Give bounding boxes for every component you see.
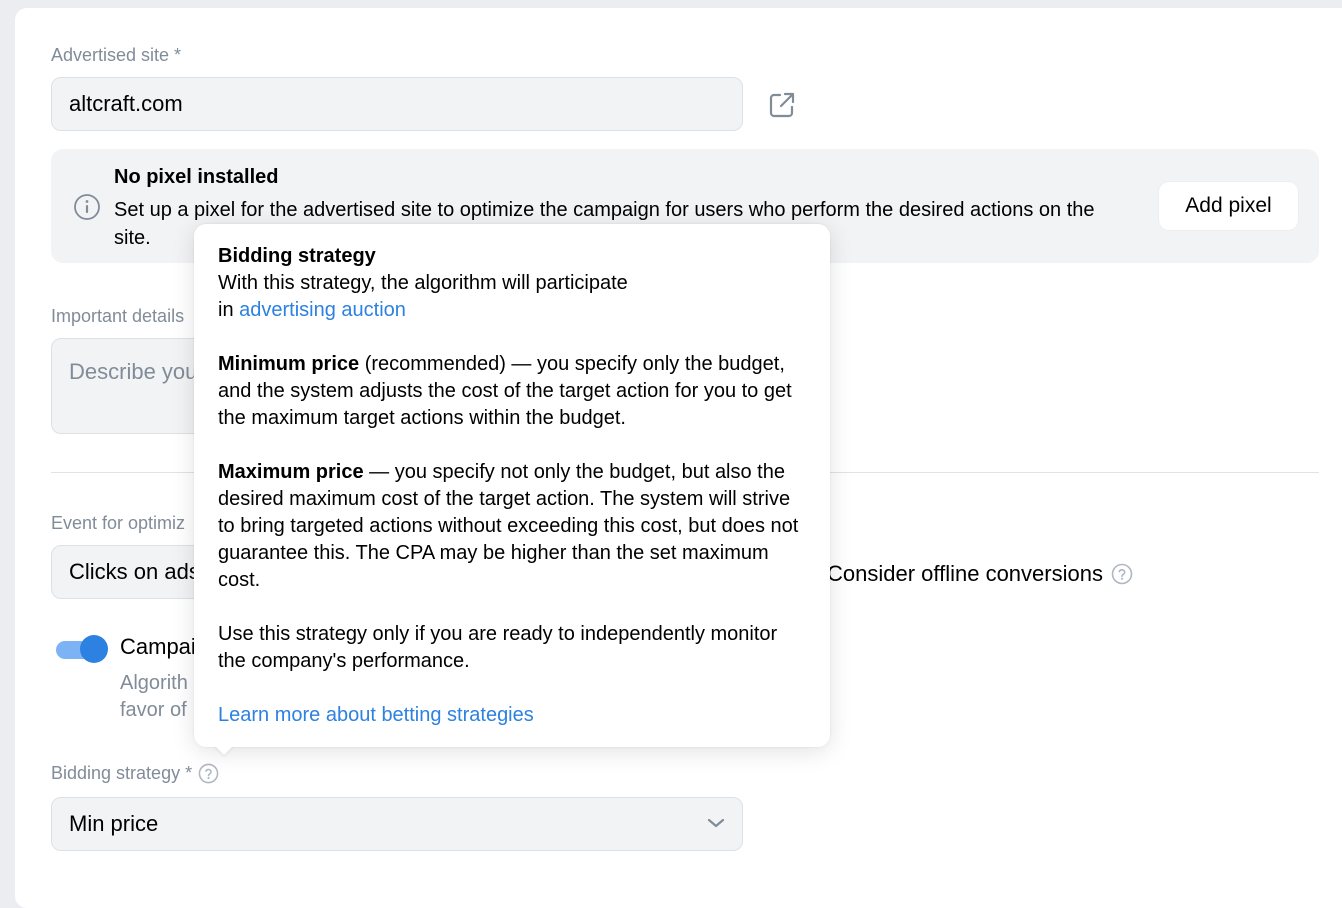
help-icon[interactable] xyxy=(198,763,219,784)
tooltip-use-note: Use this strategy only if you are ready … xyxy=(218,623,778,672)
min-price-heading: Minimum price xyxy=(218,353,360,375)
offline-conversions-label: Consider offline conversions xyxy=(827,561,1103,586)
tooltip-min-price: Minimum price (recommended) — you specif… xyxy=(218,351,806,432)
tooltip-intro-line-1: With this strategy, the algorithm will p… xyxy=(218,272,628,294)
campaign-toggle[interactable] xyxy=(56,635,108,663)
external-link-icon[interactable] xyxy=(768,91,796,119)
tooltip-intro-prefix: in xyxy=(218,299,240,321)
campaign-desc-line-2: favor of xyxy=(120,699,187,721)
bidding-strategy-select[interactable]: Min price xyxy=(51,797,743,851)
max-price-heading: Maximum price xyxy=(218,461,364,483)
tooltip-intro-line-2: in advertising auction xyxy=(218,297,806,324)
offline-conversions-option[interactable]: Consider offline conversions xyxy=(827,561,1133,587)
toggle-knob xyxy=(80,635,108,663)
info-icon xyxy=(74,194,100,220)
learn-more-link[interactable]: Learn more about betting strategies xyxy=(218,704,534,726)
tooltip-title-text: Bidding strategy xyxy=(218,245,376,267)
tooltip-title: Bidding strategy xyxy=(218,243,806,270)
advertised-site-label: Advertised site * xyxy=(51,45,182,65)
advertising-auction-link[interactable]: advertising auction xyxy=(239,299,406,321)
bidding-strategy-label-row: Bidding strategy * xyxy=(51,763,219,784)
advertised-site-input[interactable]: altcraft.com xyxy=(51,77,743,131)
tooltip-max-price: Maximum price — you specify not only the… xyxy=(218,459,806,594)
bidding-strategy-label: Bidding strategy * xyxy=(51,763,193,783)
chevron-down-icon xyxy=(707,818,725,828)
important-details-label: Important details xyxy=(51,306,185,326)
tooltip-arrow xyxy=(214,745,234,755)
bidding-strategy-tooltip: Bidding strategy With this strategy, the… xyxy=(194,224,830,747)
campaign-toggle-label: Campai xyxy=(120,634,196,659)
add-pixel-button[interactable]: Add pixel xyxy=(1159,182,1298,230)
pixel-notice-title: No pixel installed xyxy=(114,166,279,188)
event-label: Event for optimiz xyxy=(51,513,186,533)
campaign-toggle-description: Algorith favor of xyxy=(120,670,188,724)
help-icon[interactable] xyxy=(1111,563,1133,585)
campaign-desc-line-1: Algorith xyxy=(120,672,188,694)
bidding-strategy-value: Min price xyxy=(69,811,159,836)
